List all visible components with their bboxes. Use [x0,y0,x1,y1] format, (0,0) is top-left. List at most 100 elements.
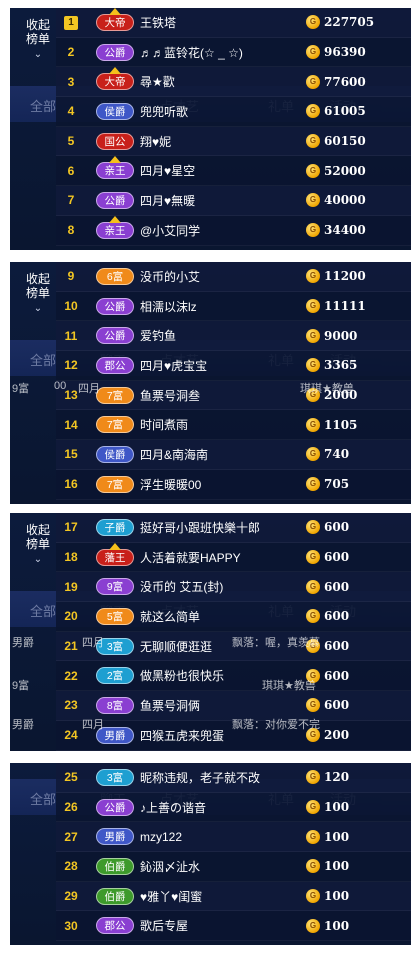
rank-row[interactable]: 19 9富 没币的 艾五(封) G 600 [56,572,411,603]
rank-row[interactable]: 6 亲王 四月♥星空 G 52000 [56,156,411,187]
rank-row[interactable]: 3 大帝 尋★歡 G 77600 [56,67,411,98]
chat-overlay-text: 琪琪★教兽 [300,383,354,395]
rank-number: 7 [67,193,75,208]
contribution-score: 120 [324,770,350,785]
rank-row[interactable]: 1 大帝 王铁塔 G 227705 [56,8,411,38]
user-nickname[interactable]: ♬♬蓝铃花(☆ _ ☆) [140,44,300,61]
rank-list: 25 3富 昵称违规，老子就不改 G 120 26 公爵 ♪上善の谐音 G 100 27 男爵 mzy1… [56,763,411,942]
user-nickname[interactable]: 王铁塔 [140,14,300,31]
coin-icon: G [306,889,320,904]
rank-number: 16 [64,477,78,492]
contribution-score: 740 [324,447,350,462]
user-nickname[interactable]: 鈊洇〆沚水 [140,858,300,875]
user-nickname[interactable]: 尋★歡 [140,73,300,90]
rank-number: 22 [64,668,78,683]
background-tab: 全部 [30,353,57,368]
coin-icon: G [306,609,320,624]
user-nickname[interactable]: 四月&南海南 [140,446,300,463]
rank-row[interactable]: 17 子爵 挺好哥小跟班快樂十郎 G 600 [56,513,411,543]
rank-number: 27 [64,829,78,844]
coin-icon: G [306,358,320,373]
contribution-score: 200 [324,728,350,743]
user-nickname[interactable]: 鱼票号洞叁 [140,387,300,404]
rank-row[interactable]: 2 公爵 ♬♬蓝铃花(☆ _ ☆) G 96390 [56,37,411,68]
rank-number: 28 [64,859,78,874]
chevron-down-icon: ⌄ [33,303,43,314]
user-nickname[interactable]: 没币的小艾 [140,268,300,285]
collapse-leaderboard-button[interactable]: 收起榜单 ⌄ [16,523,60,567]
user-nickname[interactable]: 挺好哥小跟班快樂十郎 [140,519,300,536]
coin-icon: G [306,520,320,535]
user-nickname[interactable]: 时间煮雨 [140,416,300,433]
rank-row[interactable]: 5 国公 翔♥妮 G 60150 [56,126,411,157]
rank-number: 12 [64,358,78,373]
rank-number: 11 [64,328,78,343]
rank-row[interactable]: 12 郡公 四月♥虎宝宝 G 3365 [56,351,411,381]
contribution-score: 1105 [324,417,358,432]
rank-title-badge: 7富 [96,416,134,434]
contribution-score: 600 [324,609,350,624]
rank-row[interactable]: 27 男爵 mzy122 G 100 [56,822,411,853]
coin-icon: G [306,299,320,314]
collapse-label: 收起榜单 [25,272,50,300]
background-tab: 全部 [30,792,57,807]
user-nickname[interactable]: ♪上善の谐音 [140,799,300,816]
rank-title-badge: 侯爵 [96,445,134,463]
user-nickname[interactable]: 昵称违规，老子就不改 [140,769,300,786]
user-nickname[interactable]: mzy122 [140,830,300,844]
user-nickname[interactable]: @小艾同学 [140,222,300,239]
user-nickname[interactable]: 相濡以沫lz [140,298,300,315]
rank-row[interactable]: 26 公爵 ♪上善の谐音 G 100 [56,792,411,823]
chat-overlay-text: 四月 [82,637,104,649]
rank-title-badge: 伯爵 [96,887,134,905]
rank-row[interactable]: 22 2富 做黑粉也很快乐 G 600 [56,661,411,692]
rank-row[interactable]: 11 公爵 爱钓鱼 G 9000 [56,321,411,352]
rank-row[interactable]: 29 伯爵 ♥雅丫♥闺蜜 G 100 [56,881,411,912]
rank-row[interactable]: 20 5富 就这么简单 G 600 [56,602,411,632]
rank-title-badge: 公爵 [96,798,134,816]
rank-row[interactable]: 15 侯爵 四月&南海南 G 740 [56,440,411,470]
rank-title-badge: 大帝 [96,67,134,91]
rank-row[interactable]: 25 3富 昵称违规，老子就不改 G 120 [56,763,411,793]
rank-row[interactable]: 16 7富 浮生暖暖00 G 705 [56,469,411,500]
rank-row[interactable]: 30 郡公 歌后专屋 G 100 [56,911,411,942]
coin-icon: G [306,74,320,89]
coin-icon: G [306,223,320,238]
rank-row[interactable]: 13 7富 鱼票号洞叁 G 2000 [56,380,411,411]
rank-row[interactable]: 4 侯爵 兜兜听歌 G 61005 [56,97,411,127]
background-tab: 全部 [30,604,57,619]
rank-row[interactable]: 8 亲王 @小艾同学 G 34400 [56,215,411,246]
user-nickname[interactable]: 浮生暖暖00 [140,476,300,493]
rank-number: 17 [64,520,78,535]
user-nickname[interactable]: 鱼票号洞俩 [140,697,300,714]
coin-icon: G [306,477,320,492]
rank-number: 6 [67,163,75,178]
user-nickname[interactable]: 就这么简单 [140,608,300,625]
user-nickname[interactable]: ♥雅丫♥闺蜜 [140,888,300,905]
user-nickname[interactable]: 四月♥星空 [140,162,300,179]
contribution-score: 34400 [324,223,366,238]
rank-row[interactable]: 9 6富 没币的小艾 G 11200 [56,262,411,292]
chat-overlay-text: 飘落：喔，真羡慕 [232,637,320,649]
coin-icon: G [306,417,320,432]
contribution-score: 600 [324,520,350,535]
user-nickname[interactable]: 爱钓鱼 [140,327,300,344]
collapse-leaderboard-button[interactable]: 收起榜单 ⌄ [16,18,60,62]
user-nickname[interactable]: 四月♥虎宝宝 [140,357,300,374]
collapse-leaderboard-button[interactable]: 收起榜单 ⌄ [16,272,60,316]
rank-row[interactable]: 7 公爵 四月♥無暖 G 40000 [56,186,411,216]
rank-number: 29 [64,889,78,904]
user-nickname[interactable]: 兜兜听歌 [140,103,300,120]
user-nickname[interactable]: 翔♥妮 [140,133,300,150]
user-nickname[interactable]: 没币的 艾五(封) [140,578,300,595]
rank-row[interactable]: 14 7富 时间煮雨 G 1105 [56,410,411,441]
user-nickname[interactable]: 四月♥無暖 [140,192,300,209]
user-nickname[interactable]: 歌后专屋 [140,917,300,934]
user-nickname[interactable]: 人活着就要HAPPY [140,549,300,566]
coin-icon: G [306,770,320,785]
coin-icon: G [306,800,320,815]
rank-row[interactable]: 10 公爵 相濡以沫lz G 11111 [56,291,411,322]
rank-row[interactable]: 28 伯爵 鈊洇〆沚水 G 100 [56,852,411,882]
rank-row[interactable]: 18 藩王 人活着就要HAPPY G 600 [56,542,411,573]
coin-icon: G [306,104,320,119]
